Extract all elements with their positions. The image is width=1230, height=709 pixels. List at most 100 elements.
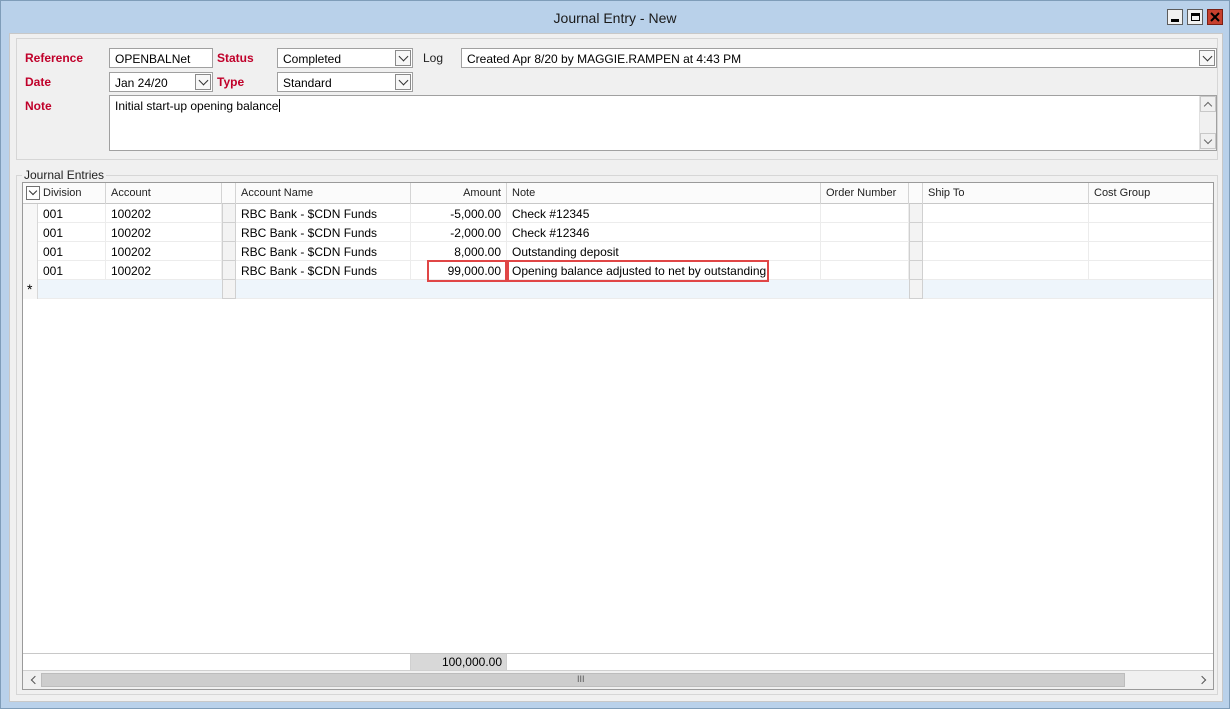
- scroll-grip: III: [577, 674, 585, 684]
- column-note[interactable]: Note: [507, 183, 821, 204]
- type-select[interactable]: Standard: [277, 72, 413, 92]
- column-account-name[interactable]: Account Name: [236, 183, 411, 204]
- row-selector[interactable]: [23, 242, 38, 261]
- cell-cost-group[interactable]: [1089, 223, 1213, 242]
- grid-horizontal-scrollbar[interactable]: III: [23, 670, 1213, 689]
- table-row[interactable]: 001 100202 RBC Bank - $CDN Funds 8,000.0…: [23, 242, 1213, 261]
- cell-account[interactable]: 100202: [106, 261, 222, 280]
- cell-account-name[interactable]: RBC Bank - $CDN Funds: [236, 223, 411, 242]
- cell-division[interactable]: 001: [38, 223, 106, 242]
- journal-entries-label: Journal Entries: [22, 168, 107, 182]
- reference-field[interactable]: OPENBALNet: [109, 48, 213, 68]
- title-bar[interactable]: Journal Entry - New: [1, 1, 1229, 33]
- cell-account-name[interactable]: RBC Bank - $CDN Funds: [236, 204, 411, 223]
- note-value: Initial start-up opening balance: [115, 99, 279, 113]
- column-division[interactable]: Division: [23, 183, 106, 204]
- column-cost-group[interactable]: Cost Group: [1089, 183, 1213, 204]
- account-lookup-button[interactable]: [222, 242, 236, 261]
- status-dropdown-button[interactable]: [395, 50, 411, 66]
- maximize-button[interactable]: [1187, 9, 1203, 25]
- order-lookup-button[interactable]: [909, 261, 923, 280]
- cell-division[interactable]: 001: [38, 261, 106, 280]
- note-label: Note: [25, 99, 52, 113]
- date-label: Date: [25, 75, 52, 89]
- column-order-number[interactable]: Order Number: [821, 183, 909, 204]
- scroll-left-icon: [30, 675, 39, 685]
- scroll-up-icon: [1203, 101, 1213, 110]
- type-label: Type: [217, 75, 245, 89]
- cell-cost-group[interactable]: [1089, 242, 1213, 261]
- cell-amount[interactable]: 8,000.00: [411, 242, 507, 261]
- reference-label: Reference: [25, 51, 84, 65]
- note-scroll-down-button[interactable]: [1200, 133, 1216, 149]
- scroll-left-button[interactable]: [25, 672, 41, 688]
- status-select[interactable]: Completed: [277, 48, 413, 68]
- chevron-down-icon: [398, 51, 408, 61]
- column-amount[interactable]: Amount: [411, 183, 507, 204]
- scroll-right-button[interactable]: [1195, 672, 1211, 688]
- cell-ship-to[interactable]: [923, 223, 1089, 242]
- cell-account-name[interactable]: RBC Bank - $CDN Funds: [236, 261, 411, 280]
- log-select[interactable]: Created Apr 8/20 by MAGGIE.RAMPEN at 4:4…: [461, 48, 1217, 68]
- minimize-icon: [1171, 18, 1179, 22]
- log-dropdown-button[interactable]: [1199, 50, 1215, 66]
- table-row[interactable]: 001 100202 RBC Bank - $CDN Funds -5,000.…: [23, 204, 1213, 223]
- cell-order-number[interactable]: [821, 242, 909, 261]
- new-row[interactable]: *: [23, 280, 1213, 299]
- column-division-label: Division: [43, 187, 82, 199]
- cell-amount[interactable]: -5,000.00: [411, 204, 507, 223]
- cell-note[interactable]: Check #12345: [507, 204, 821, 223]
- new-row-star-icon: *: [27, 281, 33, 297]
- column-order-spacer: [909, 183, 923, 204]
- column-chooser-button[interactable]: [26, 186, 40, 200]
- cell-account-name[interactable]: RBC Bank - $CDN Funds: [236, 242, 411, 261]
- cell-cost-group[interactable]: [1089, 204, 1213, 223]
- column-account-spacer: [222, 183, 236, 204]
- header-panel: Reference OPENBALNet Status Completed Lo…: [16, 38, 1218, 160]
- cell-account[interactable]: 100202: [106, 223, 222, 242]
- order-lookup-button[interactable]: [909, 242, 923, 261]
- row-selector[interactable]: [23, 204, 38, 223]
- cell-division[interactable]: 001: [38, 204, 106, 223]
- note-text: Initial start-up opening balance: [115, 99, 281, 113]
- cell-order-number[interactable]: [821, 223, 909, 242]
- order-lookup-button[interactable]: [909, 223, 923, 242]
- cell-order-number[interactable]: [821, 261, 909, 280]
- note-scroll-up-button[interactable]: [1200, 96, 1216, 112]
- cell-amount[interactable]: -2,000.00: [411, 223, 507, 242]
- row-selector[interactable]: [23, 261, 38, 280]
- table-row[interactable]: 001 100202 RBC Bank - $CDN Funds -2,000.…: [23, 223, 1213, 242]
- column-ship-to[interactable]: Ship To: [923, 183, 1089, 204]
- order-lookup-button[interactable]: [909, 280, 923, 299]
- text-caret: [279, 99, 281, 112]
- cell-ship-to[interactable]: [923, 261, 1089, 280]
- new-row-selector[interactable]: *: [23, 280, 38, 299]
- row-selector[interactable]: [23, 223, 38, 242]
- cell-note[interactable]: Outstanding deposit: [507, 242, 821, 261]
- cell-cost-group[interactable]: [1089, 261, 1213, 280]
- close-icon: [1210, 12, 1220, 22]
- account-lookup-button[interactable]: [222, 261, 236, 280]
- status-value: Completed: [283, 52, 342, 66]
- close-button[interactable]: [1207, 9, 1223, 25]
- cell-order-number[interactable]: [821, 204, 909, 223]
- note-textarea[interactable]: Initial start-up opening balance: [109, 95, 1217, 151]
- cell-ship-to[interactable]: [923, 204, 1089, 223]
- date-dropdown-button[interactable]: [195, 74, 211, 90]
- chevron-down-icon: [398, 75, 408, 85]
- column-account[interactable]: Account: [106, 183, 222, 204]
- cell-account[interactable]: 100202: [106, 204, 222, 223]
- cell-account[interactable]: 100202: [106, 242, 222, 261]
- cell-division[interactable]: 001: [38, 242, 106, 261]
- note-scrollbar[interactable]: [1199, 96, 1216, 150]
- account-lookup-button[interactable]: [222, 280, 236, 299]
- order-lookup-button[interactable]: [909, 204, 923, 223]
- scroll-thumb[interactable]: III: [41, 673, 1125, 687]
- cell-note[interactable]: Check #12346: [507, 223, 821, 242]
- date-picker[interactable]: Jan 24/20: [109, 72, 213, 92]
- account-lookup-button[interactable]: [222, 223, 236, 242]
- cell-ship-to[interactable]: [923, 242, 1089, 261]
- account-lookup-button[interactable]: [222, 204, 236, 223]
- type-dropdown-button[interactable]: [395, 74, 411, 90]
- minimize-button[interactable]: [1167, 9, 1183, 25]
